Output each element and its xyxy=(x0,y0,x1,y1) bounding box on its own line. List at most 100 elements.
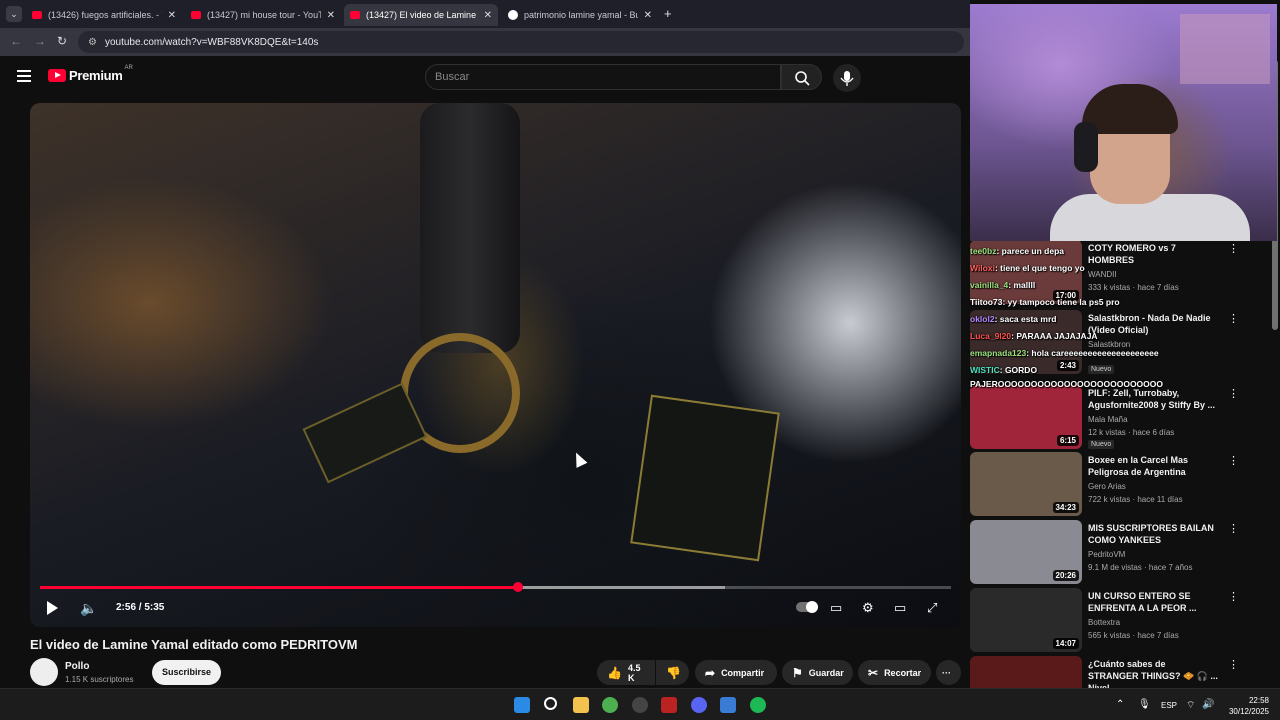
more-options-icon[interactable]: ⋮ xyxy=(1228,658,1239,671)
chrome-icon[interactable] xyxy=(602,697,618,713)
app-icon[interactable] xyxy=(661,697,677,713)
progress-bar[interactable] xyxy=(40,582,951,592)
video-duration: 6:15 xyxy=(1056,435,1079,446)
app-icon[interactable] xyxy=(720,697,736,713)
clock[interactable]: 22:58 30/12/2025 xyxy=(1225,695,1269,717)
search-button[interactable] xyxy=(781,64,822,90)
new-badge: Nuevo xyxy=(1088,365,1115,374)
chat-username: tee0bz xyxy=(970,246,997,256)
video-duration: 20:26 xyxy=(1052,570,1079,581)
chat-text: : tiene el que tengo yo xyxy=(994,263,1085,273)
discord-icon[interactable] xyxy=(691,697,707,713)
youtube-premium-logo[interactable]: Premium AR xyxy=(48,65,133,83)
tab-1[interactable]: (13426) fuegos artificiales. - YouTube ✕ xyxy=(26,4,182,26)
more-options-icon[interactable]: ⋮ xyxy=(1228,590,1239,603)
recommendation-channel[interactable]: Gero Arias xyxy=(1088,482,1126,491)
recommendation-title[interactable]: MIS SUSCRIPTORES BAILAN COMO YANKEES xyxy=(1088,522,1218,546)
recommendation-title[interactable]: PILF: Zell, Turrobaby, Agusfornite2008 y… xyxy=(1088,387,1218,411)
microphone-icon[interactable]: 🎙 xyxy=(1138,699,1151,710)
spotify-icon[interactable] xyxy=(750,697,766,713)
volume-icon[interactable]: 🔈 xyxy=(80,600,97,617)
new-tab-button[interactable]: + xyxy=(664,6,672,21)
language-indicator[interactable]: ESP xyxy=(1161,701,1177,710)
close-tab-icon[interactable]: ✕ xyxy=(327,10,335,21)
voice-search-button[interactable] xyxy=(833,64,861,92)
volume-icon[interactable]: 🔊 xyxy=(1202,699,1214,710)
chat-username: Tiitoo73 xyxy=(970,297,1003,307)
share-button[interactable]: ➦ Compartir xyxy=(695,660,777,685)
chat-text: : parece un depa xyxy=(996,246,1065,256)
thumbs-up-icon: 👍 xyxy=(607,665,622,680)
play-icon[interactable] xyxy=(47,601,58,615)
progress-scrubber[interactable] xyxy=(513,582,524,592)
video-frame-strap xyxy=(420,103,520,353)
close-tab-icon[interactable]: ✕ xyxy=(484,10,492,21)
forward-icon[interactable]: → xyxy=(34,34,46,48)
chevron-up-icon[interactable]: ⌃ xyxy=(1116,699,1124,710)
channel-name[interactable]: Pollo xyxy=(65,661,89,672)
video-thumbnail[interactable]: 20:26 xyxy=(970,520,1082,584)
recommendation-item[interactable]: 14:07 UN CURSO ENTERO SE ENFRENTA A LA PE… xyxy=(970,588,1270,652)
like-button[interactable]: 👍 4.5 K xyxy=(597,660,655,685)
recommendation-title[interactable]: UN CURSO ENTERO SE ENFRENTA A LA PEOR ..… xyxy=(1088,590,1218,614)
browser-toolbar: ← → ↻ ⚙ youtube.com/watch?v=WBF88VK8DQE&… xyxy=(0,28,970,56)
recommendation-title[interactable]: Salastkbron - Nada De Nadie (Video Ofici… xyxy=(1088,312,1218,336)
recommendation-channel[interactable]: Mala Maña xyxy=(1088,415,1128,424)
youtube-logo-icon xyxy=(48,69,66,82)
recommendation-item[interactable]: 6:15 PILF: Zell, Turrobaby, Agusfornite20… xyxy=(970,385,1270,449)
subscribe-button[interactable]: Suscribirse xyxy=(152,660,221,685)
recommendation-item[interactable]: 20:26 MIS SUSCRIPTORES BAILAN COMO YANKEE… xyxy=(970,520,1270,584)
close-tab-icon[interactable]: ✕ xyxy=(168,10,176,21)
youtube-header: Premium AR Buscar xyxy=(0,56,970,100)
hamburger-menu-icon[interactable] xyxy=(17,70,31,82)
fullscreen-icon[interactable]: ⤢ xyxy=(927,600,937,616)
subtitles-icon[interactable]: ▭ xyxy=(830,600,842,616)
close-tab-icon[interactable]: ✕ xyxy=(644,10,652,21)
theater-mode-icon[interactable]: ▭ xyxy=(894,600,906,616)
video-thumbnail[interactable]: 34:23 xyxy=(970,452,1082,516)
chat-text: PAJEROOOOOOOOOOOOOOOOOOOOOOOOO xyxy=(970,379,1164,389)
tab-4[interactable]: patrimonio lamine yamal - Buscar ✕ xyxy=(502,4,658,26)
channel-avatar[interactable] xyxy=(30,658,58,686)
clip-button[interactable]: ✂ Recortar xyxy=(858,660,931,685)
recommendation-channel[interactable]: PedritoVM xyxy=(1088,550,1125,559)
recommendation-title[interactable]: Boxee en la Carcel Mas Peligrosa de Arge… xyxy=(1088,454,1218,478)
windows-start-icon[interactable] xyxy=(514,697,530,713)
settings-gear-icon[interactable]: ⚙ xyxy=(862,600,874,616)
more-options-icon[interactable]: ⋮ xyxy=(1228,522,1239,535)
wifi-icon[interactable]: ⌔ xyxy=(1186,699,1195,712)
site-info-icon[interactable]: ⚙ xyxy=(88,37,97,48)
video-player[interactable]: 🔈 2:56 / 5:35 ▭ ⚙ ▭ ⤢ xyxy=(30,103,961,627)
more-options-icon[interactable]: ⋮ xyxy=(1228,242,1239,255)
video-thumbnail[interactable]: 14:07 xyxy=(970,588,1082,652)
search-input[interactable]: Buscar xyxy=(425,64,781,90)
recommendation-channel[interactable]: Bottextra xyxy=(1088,618,1120,627)
chat-username: Wiloxi xyxy=(970,263,995,273)
file-explorer-icon[interactable] xyxy=(573,697,589,713)
tab-search-dropdown[interactable]: ⌄ xyxy=(6,6,22,22)
tab-2[interactable]: (13427) mi house tour - YouTube ✕ xyxy=(185,4,341,26)
search-icon[interactable] xyxy=(544,697,557,710)
more-actions-button[interactable]: ··· xyxy=(936,660,961,685)
recommendation-item[interactable]: 34:23 Boxee en la Carcel Mas Peligrosa de… xyxy=(970,452,1270,516)
reload-icon[interactable]: ↻ xyxy=(57,34,67,48)
autoplay-toggle[interactable] xyxy=(796,601,818,613)
more-options-icon[interactable]: ⋮ xyxy=(1228,312,1239,325)
more-options-icon[interactable]: ⋮ xyxy=(1228,454,1239,467)
clip-label: Recortar xyxy=(884,667,922,678)
video-duration: 34:23 xyxy=(1052,502,1079,513)
recommendation-channel[interactable]: WANDII xyxy=(1088,270,1117,279)
more-options-icon[interactable]: ⋮ xyxy=(1228,387,1239,400)
obs-icon[interactable] xyxy=(632,697,648,713)
chat-text: : GORDO xyxy=(999,365,1038,375)
save-button[interactable]: ⚑ Guardar xyxy=(782,660,853,685)
recommendation-meta: 333 k vistas · hace 7 días xyxy=(1088,283,1179,292)
recommendation-title[interactable]: COTY ROMERO vs 7 HOMBRES xyxy=(1088,242,1218,266)
video-thumbnail[interactable]: 6:15 xyxy=(970,385,1082,449)
tab-3-active[interactable]: (13427) El video de Lamine Yamal ✕ xyxy=(344,4,498,26)
back-icon[interactable]: ← xyxy=(10,34,22,48)
dislike-button[interactable]: 👎 xyxy=(656,660,689,685)
address-bar[interactable]: ⚙ youtube.com/watch?v=WBF88VK8DQE&t=140s xyxy=(78,31,964,53)
microphone-icon xyxy=(840,71,854,86)
chat-message: emapnada123: hola careeeeeeeeeeeeeeeeeee… xyxy=(970,348,1159,358)
